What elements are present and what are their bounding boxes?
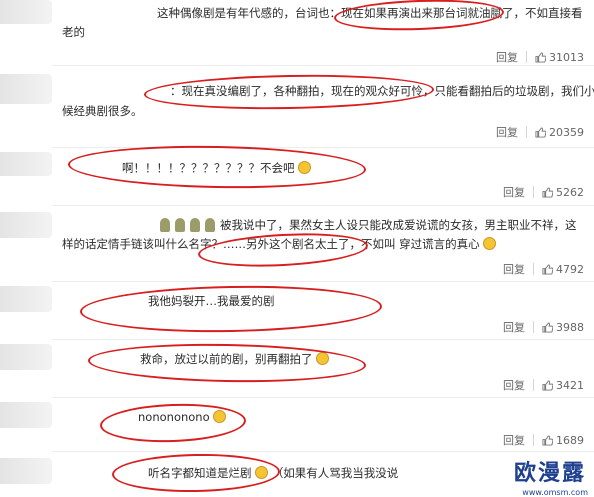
comment-text-cont: 候经典剧很多。: [62, 104, 143, 118]
face-emoji-icon: [483, 237, 497, 250]
like-button[interactable]: 5262: [542, 186, 584, 199]
idle-icon: [190, 218, 200, 232]
comment-text: 听名字都知道是烂剧 （如果有人骂我当我没说: [148, 466, 399, 480]
idle-icon: [205, 218, 215, 232]
avatar[interactable]: [0, 286, 52, 312]
reply-button[interactable]: 回复: [496, 124, 518, 140]
divider: [533, 263, 534, 275]
reply-button[interactable]: 回复: [503, 377, 525, 393]
divider: [526, 51, 527, 63]
comment-text: 救命，放过以前的剧，别再翻拍了: [140, 350, 330, 369]
like-button[interactable]: 4792: [542, 263, 584, 276]
comment-text: 啊！！！！？？？？？？？不会吧: [122, 159, 312, 178]
thumb-up-icon: [542, 263, 553, 275]
divider: [533, 379, 534, 391]
comment-5: 我他妈裂开…我最爱的剧 回复 3988: [0, 282, 594, 340]
watermark-logo: 欧漫露: [513, 460, 586, 486]
reply-button[interactable]: 回复: [503, 319, 525, 335]
face-emoji-icon: [213, 410, 227, 423]
comment-text: nonononono: [138, 408, 227, 427]
like-button[interactable]: 3988: [542, 321, 584, 334]
comment-actions: 回复 3421: [503, 377, 584, 393]
like-count: 20359: [549, 125, 584, 139]
like-button[interactable]: 20359: [535, 126, 584, 139]
comment-actions: 回复 20359: [496, 124, 584, 140]
idle-icon: [175, 218, 185, 232]
comment-text: ：现在真没编剧了，各种翻拍，现在的观众好可怜，只能看翻拍后的垃圾剧，我们小时: [170, 84, 594, 98]
comment-actions: 回复 3988: [503, 319, 584, 335]
thumb-up-icon: [542, 434, 553, 446]
thumb-up-icon: [542, 379, 553, 391]
like-button[interactable]: 1689: [542, 434, 584, 447]
comment-6: 救命，放过以前的剧，别再翻拍了 回复 3421: [0, 340, 594, 398]
like-count: 4792: [556, 262, 584, 276]
divider: [526, 126, 527, 138]
like-count: 1689: [556, 433, 584, 447]
thumb-up-icon: [542, 186, 553, 198]
comment-4: 被我说中了，果然女主人设只能改成爱说谎的女孩，男主职业不祥，这 样的话定情手链该…: [0, 206, 594, 282]
thumb-up-icon: [535, 126, 546, 138]
comment-1: 这种偶像剧是有年代感的，台词也：现在如果再演出来那台词就油腻了，不如直接看 老的…: [0, 0, 594, 66]
avatar[interactable]: [0, 74, 52, 104]
comment-actions: 回复 1689: [503, 432, 584, 448]
avatar[interactable]: [0, 458, 52, 484]
thumb-up-icon: [535, 51, 546, 63]
comment-text-cont: 老的: [62, 25, 85, 39]
face-emoji-icon: [298, 161, 312, 174]
like-button[interactable]: 3421: [542, 379, 584, 392]
comment-3: 啊！！！！？？？？？？？不会吧 回复 5262: [0, 148, 594, 206]
like-count: 31013: [549, 50, 584, 64]
avatar[interactable]: [0, 212, 52, 238]
comment-7: nonononono 回复 1689: [0, 398, 594, 452]
like-count: 3988: [556, 320, 584, 334]
comment-2: ：现在真没编剧了，各种翻拍，现在的观众好可怜，只能看翻拍后的垃圾剧，我们小时 候…: [0, 66, 594, 148]
comment-text: 被我说中了，果然女主人设只能改成爱说谎的女孩，男主职业不祥，这: [160, 216, 577, 235]
divider: [533, 434, 534, 446]
comment-actions: 回复 5262: [503, 184, 584, 200]
reply-button[interactable]: 回复: [503, 184, 525, 200]
reply-button[interactable]: 回复: [503, 261, 525, 277]
watermark-url: www.omsm.com: [522, 488, 588, 497]
avatar[interactable]: [0, 344, 52, 370]
comment-text: 我他妈裂开…我最爱的剧: [148, 294, 275, 308]
thumb-up-icon: [542, 321, 553, 333]
divider: [533, 321, 534, 333]
comment-8: 听名字都知道是烂剧 （如果有人骂我当我没说: [0, 452, 594, 497]
divider: [533, 186, 534, 198]
comment-actions: 回复 4792: [503, 261, 584, 277]
avatar[interactable]: [0, 402, 52, 428]
comment-text-cont: 样的话定情手链该叫什么名字？……另外这个剧名太土了，不如叫 穿过谎言的真心: [62, 235, 497, 254]
like-count: 3421: [556, 378, 584, 392]
reply-button[interactable]: 回复: [496, 49, 518, 65]
comment-actions: 回复 31013: [496, 49, 584, 65]
idle-icon: [160, 218, 170, 232]
like-button[interactable]: 31013: [535, 51, 584, 64]
avatar[interactable]: [0, 0, 52, 24]
avatar[interactable]: [0, 152, 52, 176]
praying-hands-icon: [316, 352, 330, 365]
face-emoji-icon: [255, 466, 269, 479]
like-count: 5262: [556, 185, 584, 199]
comment-text: 这种偶像剧是有年代感的，台词也：现在如果再演出来那台词就油腻了，不如直接看: [157, 6, 583, 20]
reply-button[interactable]: 回复: [503, 432, 525, 448]
